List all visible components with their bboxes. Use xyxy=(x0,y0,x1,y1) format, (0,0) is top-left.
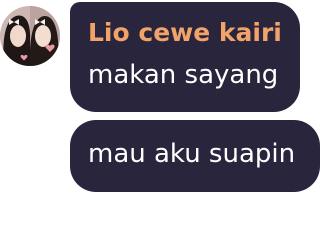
message-bubble[interactable]: Lio cewe kairi makan sayang xyxy=(70,2,300,112)
profile-photo-icon xyxy=(0,6,60,66)
chat-view: Lio cewe kairi makan sayang mau aku suap… xyxy=(0,0,320,246)
message-text: mau aku suapin xyxy=(88,139,296,169)
avatar[interactable] xyxy=(0,6,60,66)
message-bubble[interactable]: mau aku suapin xyxy=(70,120,320,192)
sender-name[interactable]: Lio cewe kairi xyxy=(88,18,282,47)
message-text: makan sayang xyxy=(88,60,279,90)
